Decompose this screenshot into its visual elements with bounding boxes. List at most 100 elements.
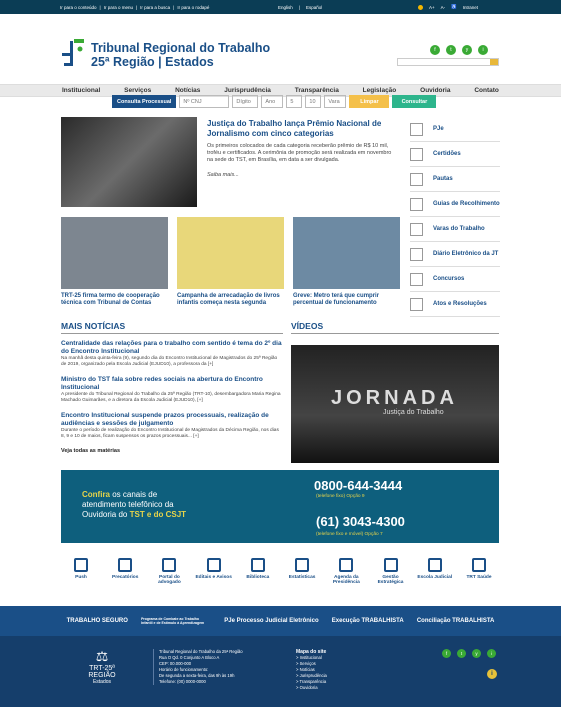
pencil-icon: [410, 272, 423, 286]
footer-info: Tribunal Regional do Trabalho da 25ª Reg…: [153, 649, 243, 685]
thumb-card[interactable]: Greve: Metro terá que cumprir percentual…: [293, 217, 400, 307]
side-diario[interactable]: Diário Eletrônico da JT: [410, 242, 500, 267]
clear-button[interactable]: Limpar: [349, 95, 390, 108]
nav-institucional[interactable]: Institucional: [62, 87, 100, 94]
list-item[interactable]: Encontro Institucional suspende prazos p…: [61, 412, 283, 440]
regiao-field[interactable]: 10: [305, 95, 322, 108]
editais-link[interactable]: Editais e Avisos: [194, 558, 234, 585]
logo-title: Tribunal Regional do Trabalho: [91, 41, 271, 55]
thumb-title[interactable]: Greve: Metro terá que cumprir percentual…: [293, 293, 400, 307]
search-icon[interactable]: [490, 59, 498, 65]
agenda-link[interactable]: Agenda da Presidência: [326, 558, 366, 585]
estatisticas-link[interactable]: Estatísticas: [282, 558, 322, 585]
push-link[interactable]: Push: [61, 558, 101, 585]
precatorios-link[interactable]: Precatórios: [105, 558, 145, 585]
nav-legislacao[interactable]: Legislação: [363, 87, 397, 94]
video-title: JORNADA: [331, 387, 458, 409]
featured-title[interactable]: Justiça do Trabalho lança Prêmio Naciona…: [207, 119, 397, 138]
side-concursos[interactable]: Concursos: [410, 267, 500, 292]
saude-link[interactable]: TRT Saúde: [459, 558, 499, 585]
list-item[interactable]: Centralidade das relações para o trabalh…: [61, 340, 283, 368]
vara-field[interactable]: Vara: [324, 95, 347, 108]
side-certidoes[interactable]: Certidões: [410, 142, 500, 167]
skip-search[interactable]: Ir para a busca: [140, 5, 170, 10]
instagram-icon[interactable]: i: [487, 649, 496, 658]
consulta-label: Consulta Processual: [112, 95, 177, 108]
cnj-field[interactable]: Nº CNJ: [179, 95, 230, 108]
accessibility-icon[interactable]: ♿: [451, 4, 457, 10]
gestao-link[interactable]: Gestão Estratégica: [371, 558, 411, 585]
featured-image[interactable]: [61, 117, 197, 207]
more-news-link[interactable]: Veja todas as matérias: [61, 448, 283, 454]
digito-field[interactable]: Dígito: [232, 95, 259, 108]
nav-ouvidoria[interactable]: Ouvidoria: [420, 87, 450, 94]
phone-2-note: (telefone fixo e móvel) Opção 7: [316, 532, 383, 537]
side-varas[interactable]: Varas do Trabalho: [410, 217, 500, 242]
side-pje[interactable]: PJe: [410, 117, 500, 142]
side-pautas[interactable]: Pautas: [410, 167, 500, 192]
biblioteca-link[interactable]: Biblioteca: [238, 558, 278, 585]
health-icon: [471, 558, 486, 572]
search-input[interactable]: [397, 58, 499, 66]
info-icon[interactable]: i: [487, 669, 497, 679]
books-icon: [250, 558, 265, 572]
nav-servicos[interactable]: Serviços: [124, 87, 151, 94]
partner-trabalho-seguro[interactable]: TRABALHO SEGURO: [67, 618, 128, 624]
featured-more-link[interactable]: Saiba mais...: [207, 172, 239, 178]
thumb-card[interactable]: TRT-25 firma termo de cooperação técnica…: [61, 217, 168, 307]
ouvidoria-banner[interactable]: Confira os canais de atendimento telefôni…: [61, 470, 499, 543]
justica-field[interactable]: 5: [286, 95, 303, 108]
facebook-icon[interactable]: f: [442, 649, 451, 658]
map-link[interactable]: > Ouvidoria: [296, 685, 327, 691]
consultar-button[interactable]: Consultar: [392, 95, 437, 108]
video-player[interactable]: JORNADA Justiça do Trabalho: [291, 345, 499, 463]
nav-jurisprudencia[interactable]: Jurisprudência: [224, 87, 271, 94]
font-increase[interactable]: A+: [429, 5, 435, 10]
list-item[interactable]: Ministro do TST fala sobre redes sociais…: [61, 376, 283, 404]
partner-trabalho-infantil[interactable]: Programa de Combate ao Trabalho Infantil…: [141, 617, 211, 625]
skip-menu[interactable]: Ir para o menu: [104, 5, 133, 10]
youtube-icon[interactable]: y: [472, 649, 481, 658]
banner-text: Confira os canais de atendimento telefôni…: [82, 490, 187, 519]
side-atos[interactable]: Atos e Resoluções: [410, 292, 500, 317]
footer-sitemap: Mapa do site > Institucional > Serviços …: [296, 649, 327, 691]
header: Tribunal Regional do Trabalho 25ª Região…: [0, 14, 561, 72]
footer-logo[interactable]: ⚖ TRT-25ª REGIÃO Estados: [82, 648, 122, 685]
logo-subtitle: 25ª Região | Estados: [91, 55, 214, 69]
font-decrease[interactable]: A-: [441, 5, 446, 10]
side-guias[interactable]: Guias de Recolhimento: [410, 192, 500, 217]
lang-english[interactable]: English: [278, 5, 293, 10]
twitter-icon[interactable]: t: [457, 649, 466, 658]
barcode-icon: [410, 197, 423, 211]
file-icon: [410, 297, 423, 311]
thumb-title[interactable]: Campanha de arrecadação de livros infant…: [177, 293, 284, 307]
skip-content[interactable]: Ir para o conteúdo: [60, 5, 97, 10]
thumb-title[interactable]: TRT-25 firma termo de cooperação técnica…: [61, 293, 168, 307]
twitter-icon[interactable]: t: [446, 45, 456, 55]
ano-field[interactable]: Ano: [261, 95, 284, 108]
skip-footer[interactable]: Ir para o rodapé: [177, 5, 209, 10]
megaphone-icon: [206, 558, 221, 572]
calendar-icon: [339, 558, 354, 572]
nav-contato[interactable]: Contato: [474, 87, 499, 94]
lang-spanish[interactable]: Español: [306, 5, 322, 10]
facebook-icon[interactable]: f: [430, 45, 440, 55]
contrast-icon[interactable]: [418, 4, 423, 10]
instagram-icon[interactable]: i: [478, 45, 488, 55]
partner-pje[interactable]: PJe Processo Judicial Eletrônico: [224, 618, 318, 624]
envelope-icon: [74, 558, 88, 572]
logo-mark-icon: [60, 39, 86, 71]
partner-conciliacao[interactable]: Conciliação TRABALHISTA: [417, 618, 495, 624]
intranet-link[interactable]: Intranet: [463, 5, 478, 10]
youtube-icon[interactable]: y: [462, 45, 472, 55]
document-icon: [410, 247, 423, 261]
partner-execucao[interactable]: Execução TRABALHISTA: [332, 618, 404, 624]
nav-noticias[interactable]: Notícias: [175, 87, 200, 94]
thumb-image: [61, 217, 168, 289]
site-logo[interactable]: Tribunal Regional do Trabalho 25ª Região…: [60, 39, 270, 71]
scale-icon: [410, 222, 423, 236]
advogado-link[interactable]: Portal do advogado: [149, 558, 189, 585]
thumb-card[interactable]: Campanha de arrecadação de livros infant…: [177, 217, 284, 307]
escola-link[interactable]: Escola Judicial: [415, 558, 455, 585]
nav-transparencia[interactable]: Transparência: [295, 87, 339, 94]
